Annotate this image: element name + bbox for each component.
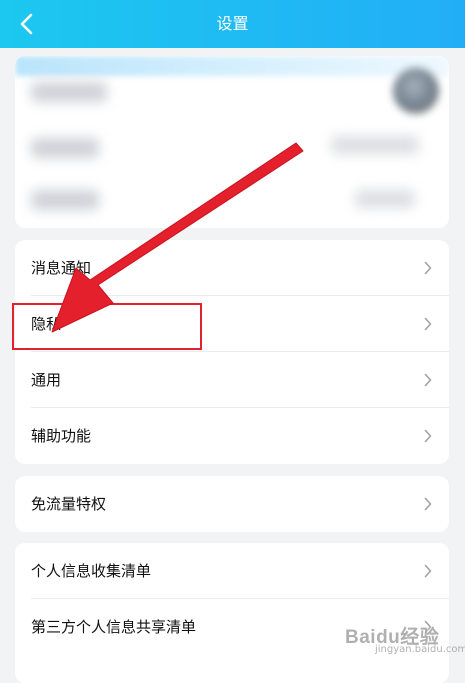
chevron-right-icon — [424, 317, 432, 331]
blurred-text — [31, 82, 107, 102]
chevron-right-icon — [424, 620, 432, 634]
blurred-text — [31, 138, 99, 158]
settings-item-personal-info-list[interactable]: 个人信息收集清单 — [15, 543, 449, 599]
settings-item-free-data[interactable]: 免流量特权 — [15, 476, 449, 532]
blurred-text — [31, 190, 99, 210]
settings-item-label: 辅助功能 — [31, 427, 92, 445]
chevron-right-icon — [424, 497, 432, 511]
settings-item-general[interactable]: 通用 — [15, 352, 449, 408]
settings-item-privacy[interactable]: 隐私 — [15, 296, 449, 352]
back-button[interactable] — [14, 10, 42, 38]
blurred-avatar — [393, 68, 439, 114]
settings-item-notifications[interactable]: 消息通知 — [15, 240, 449, 296]
settings-item-third-party-sharing-list[interactable]: 第三方个人信息共享清单 — [15, 599, 449, 655]
settings-item-accessibility[interactable]: 辅助功能 — [15, 408, 449, 464]
blurred-text — [355, 190, 415, 208]
settings-item-label: 消息通知 — [31, 259, 92, 277]
settings-item-label: 个人信息收集清单 — [31, 562, 152, 580]
settings-group-3: 个人信息收集清单 第三方个人信息共享清单 — [15, 543, 449, 683]
blurred-text — [331, 136, 419, 154]
settings-group-1: 消息通知 隐私 通用 辅助功能 — [15, 240, 449, 464]
settings-group-2: 免流量特权 — [15, 476, 449, 532]
blurred-banner — [15, 56, 449, 76]
chevron-right-icon — [424, 261, 432, 275]
settings-item-label: 隐私 — [31, 315, 62, 333]
settings-item-label: 通用 — [31, 371, 62, 389]
chevron-right-icon — [424, 564, 432, 578]
account-card-blurred[interactable] — [15, 56, 449, 228]
page-title: 设置 — [216, 14, 249, 33]
header-bar: 设置 — [0, 0, 465, 48]
chevron-right-icon — [424, 373, 432, 387]
back-chevron-icon — [20, 13, 33, 35]
settings-item-label: 免流量特权 — [31, 495, 107, 513]
settings-item-label: 第三方个人信息共享清单 — [31, 618, 197, 636]
chevron-right-icon — [424, 429, 432, 443]
